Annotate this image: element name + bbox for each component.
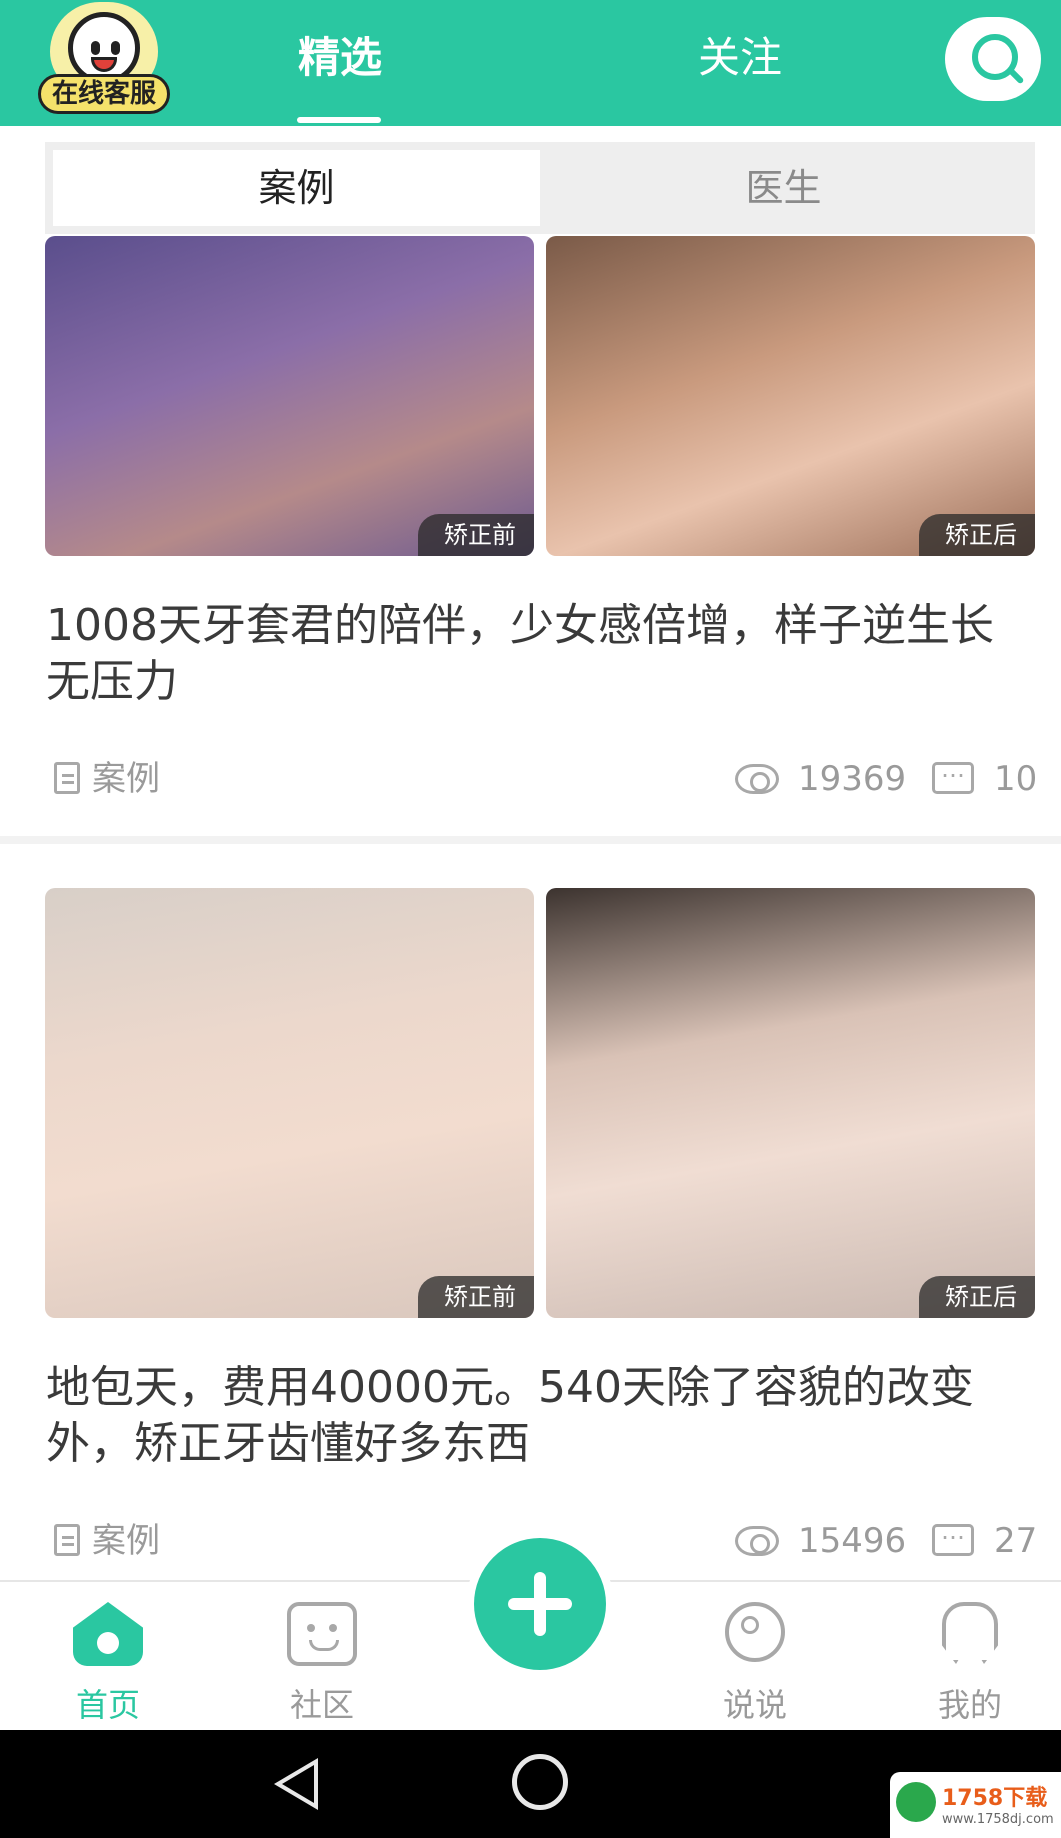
screen: 在线客服 精选 关注 案例 医生 矫正前 矫正后 1008天牙套君的陪伴，少女感… [0,0,1061,1838]
card-meta: 案例 19369 10 [0,754,1061,804]
home-circle-icon[interactable] [512,1754,568,1810]
comment-icon [932,755,974,794]
moon-icon [725,1602,785,1662]
after-tag: 矫正后 [919,1276,1035,1318]
segment-doctors[interactable]: 医生 [540,150,1027,226]
views-eye-icon [735,1526,779,1556]
category-label: 案例 [92,759,160,799]
comment-count: 27 [994,1521,1038,1561]
nav-label: 首页 [75,1686,140,1724]
nav-home[interactable]: 首页 [38,1602,178,1724]
after-tag: 矫正后 [919,514,1035,556]
nav-community[interactable]: 社区 [252,1602,392,1724]
card-divider [0,836,1061,844]
category-icon [54,762,80,794]
before-tag: 矫正前 [418,1276,534,1318]
back-icon[interactable] [274,1758,318,1810]
add-post-button[interactable] [466,1530,614,1678]
active-tab-indicator [297,117,381,123]
home-icon [73,1602,143,1666]
top-header: 在线客服 精选 关注 [0,0,1061,126]
tab-featured[interactable]: 精选 [280,28,400,88]
nav-label: 说说 [722,1686,787,1724]
before-photo: 矫正前 [45,236,534,556]
comment-count: 10 [994,759,1038,799]
watermark: 1758下载 www.1758dj.com [890,1772,1061,1838]
online-service-button[interactable]: 在线客服 [38,2,170,120]
category-icon [54,1524,80,1556]
card-title[interactable]: 1008天牙套君的陪伴，少女感倍增，样子逆生长无压力 [46,598,1026,710]
watermark-url: www.1758dj.com [942,1812,1054,1827]
view-count: 15496 [798,1521,907,1561]
after-photo: 矫正后 [546,236,1035,556]
after-photo: 矫正后 [546,888,1035,1318]
chat-icon [287,1602,357,1666]
search-button[interactable] [945,17,1041,101]
category-label: 案例 [92,1521,160,1561]
watermark-logo-icon [896,1782,936,1822]
segment-cases[interactable]: 案例 [53,150,540,226]
segment-control: 案例 医生 [45,142,1035,234]
before-photo: 矫正前 [45,888,534,1318]
views-eye-icon [735,764,779,794]
before-tag: 矫正前 [418,514,534,556]
comment-icon [932,1517,974,1556]
nav-label: 我的 [937,1686,1002,1724]
tab-following[interactable]: 关注 [680,28,800,88]
nav-mine[interactable]: 我的 [900,1602,1040,1724]
nav-label: 社区 [289,1686,354,1724]
service-badge-label: 在线客服 [38,74,170,114]
watermark-text: 1758下载 [942,1786,1048,1811]
nav-posts[interactable]: 说说 [685,1602,825,1724]
tooth-icon [942,1602,998,1664]
card-title[interactable]: 地包天，费用40000元。540天除了容貌的改变外，矫正牙齿懂好多东西 [46,1360,1026,1472]
view-count: 19369 [798,759,907,799]
